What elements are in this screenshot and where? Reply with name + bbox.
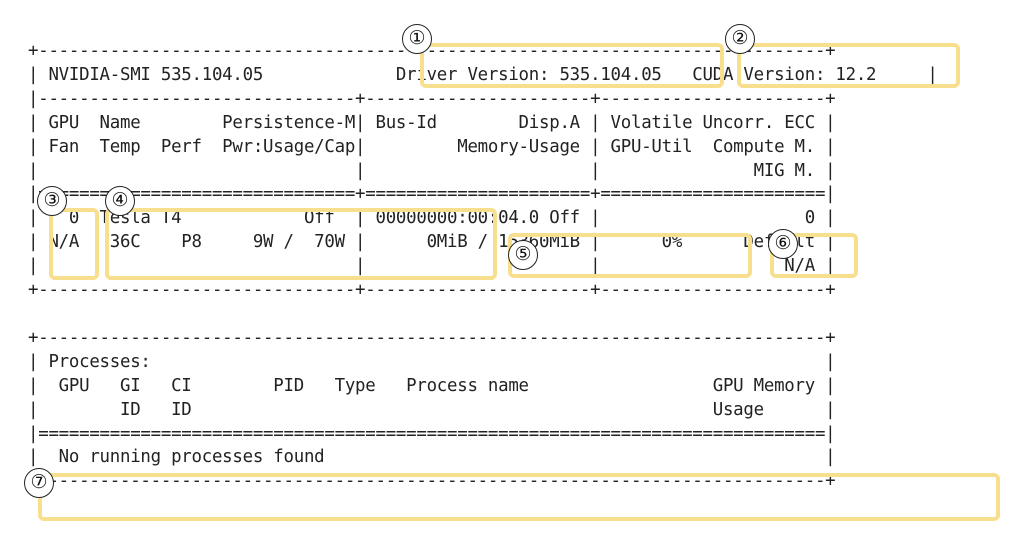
annotation-badge-7: ⑦	[24, 468, 54, 498]
annotation-badge-6: ⑥	[768, 229, 798, 259]
terminal-line: |=======================================…	[28, 423, 836, 444]
annotation-badge-2: ②	[725, 24, 755, 54]
highlight-cuda-version	[737, 43, 960, 88]
terminal-line: | GPU Name Persistence-M| Bus-Id Disp.A …	[28, 112, 836, 133]
annotation-badge-3: ③	[37, 186, 67, 216]
terminal-line: | No running processes found |	[28, 447, 836, 468]
highlight-gpu-fan	[49, 208, 99, 280]
annotation-badge-5: ⑤	[508, 240, 538, 270]
terminal-line: | ID ID Usage |	[28, 399, 836, 420]
terminal-line: | Processes: |	[28, 351, 836, 372]
highlight-memory-usage	[508, 233, 752, 278]
terminal-line: |-------------------------------+-------…	[28, 88, 836, 109]
highlight-gpu-name-perf-power	[105, 208, 497, 280]
terminal-line: | GPU GI CI PID Type Process name GPU Me…	[28, 375, 836, 396]
terminal-line: | Fan Temp Perf Pwr:Usage/Cap| Memory-Us…	[28, 136, 836, 157]
annotation-badge-1: ①	[402, 24, 432, 54]
highlight-driver-version	[420, 43, 724, 88]
terminal-line: +-------------------------------+-------…	[28, 280, 836, 301]
highlight-processes	[38, 473, 1000, 521]
terminal-line: | | | MIG M. |	[28, 160, 836, 181]
annotation-badge-4: ④	[105, 186, 135, 216]
terminal-line: +---------------------------------------…	[28, 327, 836, 348]
terminal-line: |===============================+=======…	[28, 184, 836, 205]
